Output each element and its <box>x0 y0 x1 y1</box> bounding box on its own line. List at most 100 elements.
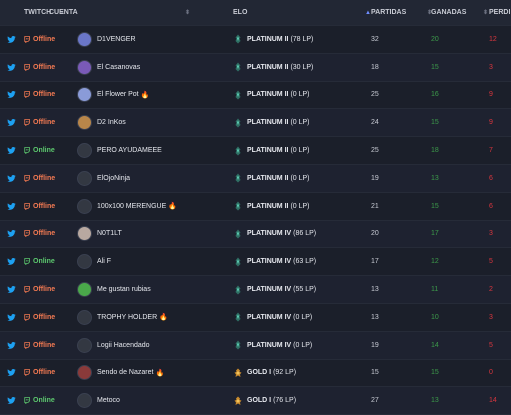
sort-icon[interactable]: ⬍ <box>483 9 488 16</box>
account-cell[interactable]: D2 InKos <box>77 109 227 136</box>
table-row[interactable]: Online Metoco GOLD I (76 LP) 27 13 14 <box>0 387 511 415</box>
account-cell[interactable]: Sendo de Nazaret 🔥 <box>77 360 227 387</box>
rank-icon <box>233 173 247 183</box>
elo-cell: PLATINUM IV (55 LP) <box>233 276 368 303</box>
account-cell[interactable]: Logii Hacendado <box>77 332 227 359</box>
twitter-icon[interactable] <box>2 248 20 275</box>
twitch-status[interactable]: Offline <box>24 165 74 192</box>
col-cuenta-header[interactable]: CUENTA ⬍ <box>49 0 199 25</box>
status-label: Offline <box>33 174 56 182</box>
elo-cell: GOLD I (76 LP) <box>233 387 368 414</box>
twitch-status[interactable]: Offline <box>24 26 74 53</box>
elo-cell: PLATINUM II (0 LP) <box>233 165 368 192</box>
twitch-status[interactable]: Offline <box>24 82 74 109</box>
twitter-icon[interactable] <box>2 54 20 81</box>
account-name[interactable]: Sendo de Nazaret <box>97 369 153 376</box>
rank-icon <box>233 368 247 378</box>
account-name[interactable]: Logii Hacendado <box>97 342 150 349</box>
twitch-status[interactable]: Offline <box>24 54 74 81</box>
twitter-icon[interactable] <box>2 276 20 303</box>
account-name[interactable]: TROPHY HOLDER <box>97 314 157 321</box>
table-row[interactable]: Offline TROPHY HOLDER 🔥 PLATINUM IV (0 L… <box>0 304 511 332</box>
table-row[interactable]: Offline D2 InKos PLATINUM II (0 LP) 24 1… <box>0 109 511 138</box>
elo-cell: PLATINUM IV (63 LP) <box>233 248 368 275</box>
account-cell[interactable]: 100x100 MERENGUE 🔥 <box>77 193 227 220</box>
twitch-status[interactable]: Offline <box>24 109 74 136</box>
twitch-status[interactable]: Offline <box>24 221 74 248</box>
twitch-icon <box>24 119 33 127</box>
partidas-value: 21 <box>371 202 379 210</box>
account-cell[interactable]: PERO AYUDAMEEE <box>77 137 227 164</box>
twitter-icon[interactable] <box>2 82 20 109</box>
twitch-status[interactable]: Online <box>24 387 74 414</box>
account-cell[interactable]: El Casanovas <box>77 54 227 81</box>
account-cell[interactable]: ElOjoNinja <box>77 165 227 192</box>
account-name[interactable]: Ali F <box>97 258 111 265</box>
table-row[interactable]: Offline El Flower Pot 🔥 PLATINUM II (0 L… <box>0 82 511 110</box>
account-name[interactable]: N0T1LT <box>97 230 122 237</box>
table-row[interactable]: Offline ElOjoNinja PLATINUM II (0 LP) 19… <box>0 164 511 193</box>
account-name[interactable]: 100x100 MERENGUE <box>97 203 166 210</box>
account-cell[interactable]: Ali F <box>77 248 227 275</box>
col-partidas-header[interactable]: PARTIDAS ⬍ <box>371 0 432 25</box>
status-label: Offline <box>33 91 56 99</box>
partidas-value: 24 <box>371 119 379 127</box>
twitch-icon <box>24 174 33 182</box>
table-row[interactable]: Offline D1VENGER PLATINUM II (78 LP) 32 … <box>0 26 511 54</box>
twitch-status[interactable]: Online <box>24 248 74 275</box>
table-row[interactable]: Offline Sendo de Nazaret 🔥 GOLD I (92 LP… <box>0 360 511 388</box>
twitter-icon[interactable] <box>2 387 20 414</box>
account-name[interactable]: D2 InKos <box>97 119 126 126</box>
account-cell[interactable]: N0T1LT <box>77 221 227 248</box>
elo-lp: (0 LP) <box>290 174 310 182</box>
account-name[interactable]: ElOjoNinja <box>97 175 130 182</box>
twitter-icon[interactable] <box>2 332 20 359</box>
sort-icon[interactable]: ⬍ <box>185 9 190 16</box>
account-name[interactable]: Me gustan rubias <box>97 286 151 293</box>
twitch-status[interactable]: Offline <box>24 304 74 331</box>
col-ganadas-header[interactable]: GANADAS ⬍ <box>431 0 488 25</box>
twitch-status[interactable]: Online <box>24 137 74 164</box>
rank-icon <box>233 118 247 128</box>
ganadas-value: 16 <box>431 91 439 99</box>
twitter-icon[interactable] <box>2 109 20 136</box>
table-row[interactable]: Online PERO AYUDAMEEE PLATINUM II (0 LP)… <box>0 137 511 165</box>
account-name[interactable]: PERO AYUDAMEEE <box>97 147 162 154</box>
twitter-icon[interactable] <box>2 221 20 248</box>
elo-lp: (63 LP) <box>293 258 317 266</box>
account-cell[interactable]: Metoco <box>77 387 227 414</box>
account-name[interactable]: D1VENGER <box>97 36 136 43</box>
col-elo-header[interactable]: ELO ▲ <box>233 0 371 25</box>
avatar <box>77 282 92 298</box>
table-row[interactable]: Offline 100x100 MERENGUE 🔥 PLATINUM II (… <box>0 193 511 221</box>
table-row[interactable]: Offline Logii Hacendado PLATINUM IV (0 L… <box>0 331 511 360</box>
account-cell[interactable]: TROPHY HOLDER 🔥 <box>77 304 227 331</box>
account-cell[interactable]: D1VENGER <box>77 26 227 53</box>
account-name[interactable]: El Flower Pot <box>97 91 139 98</box>
twitter-icon[interactable] <box>2 165 20 192</box>
twitch-status[interactable]: Offline <box>24 360 74 387</box>
twitch-status[interactable]: Offline <box>24 332 74 359</box>
table-row[interactable]: Offline N0T1LT PLATINUM IV (86 LP) 20 17… <box>0 220 511 249</box>
twitter-icon[interactable] <box>2 26 20 53</box>
account-cell[interactable]: El Flower Pot 🔥 <box>77 82 227 109</box>
twitch-status[interactable]: Offline <box>24 276 74 303</box>
twitter-icon[interactable] <box>2 360 20 387</box>
elo-tier: GOLD I <box>247 397 272 405</box>
account-name[interactable]: El Casanovas <box>97 64 140 71</box>
elo-lp: (0 LP) <box>290 119 310 127</box>
twitter-icon[interactable] <box>2 193 20 220</box>
twitter-icon[interactable] <box>2 304 20 331</box>
account-cell[interactable]: Me gustan rubias <box>77 276 227 303</box>
twitter-icon[interactable] <box>2 137 20 164</box>
table-row[interactable]: Online Ali F PLATINUM IV (63 LP) 17 12 5 <box>0 248 511 277</box>
elo-tier: PLATINUM II <box>247 174 289 182</box>
account-name[interactable]: Metoco <box>97 397 120 404</box>
table-row[interactable]: Offline El Casanovas PLATINUM II (30 LP)… <box>0 53 511 82</box>
avatar <box>77 309 92 325</box>
partidas-value: 25 <box>371 147 379 155</box>
table-row[interactable]: Offline Me gustan rubias PLATINUM IV (55… <box>0 276 511 304</box>
col-perdidas-header[interactable]: PERDI <box>489 0 511 25</box>
ganadas-value: 15 <box>431 202 439 210</box>
twitch-status[interactable]: Offline <box>24 193 74 220</box>
